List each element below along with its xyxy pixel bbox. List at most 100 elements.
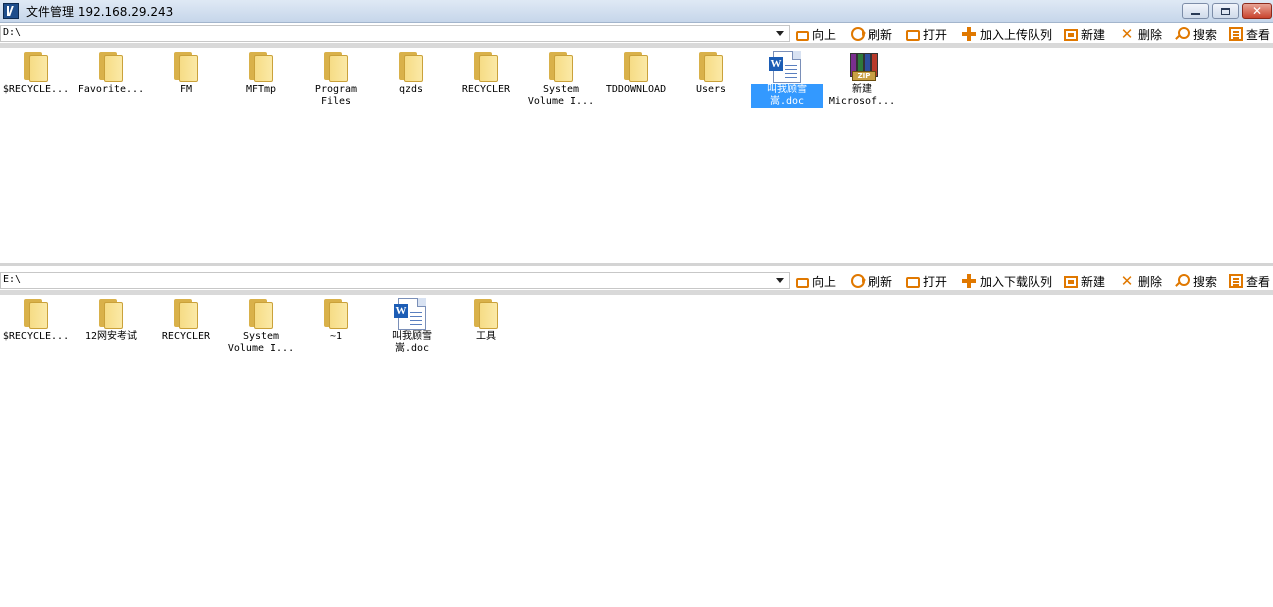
bottom-delete-label: 删除: [1138, 274, 1163, 289]
bottom-refresh-button[interactable]: 刷新: [851, 272, 892, 290]
top-refresh-label: 刷新: [868, 27, 893, 42]
word-doc-icon: W: [769, 51, 801, 83]
file-item[interactable]: 工具: [450, 297, 522, 343]
pane-splitter[interactable]: [0, 263, 1273, 266]
zip-archive-icon: ZIP: [848, 51, 878, 83]
new-icon: [1064, 276, 1078, 288]
top-add-upload-queue-button[interactable]: 加入上传队列: [961, 25, 1052, 43]
file-item-selected[interactable]: W 叫我顾雪嵩.doc: [751, 50, 823, 108]
file-item[interactable]: FM: [150, 50, 222, 96]
view-icon: [1229, 274, 1243, 288]
minimize-icon: [1183, 4, 1208, 18]
plus-icon: [961, 26, 977, 42]
file-name: RECYCLER: [161, 331, 211, 342]
bottom-view-button[interactable]: 查看: [1229, 272, 1270, 290]
file-item[interactable]: $RECYCLE...: [0, 297, 72, 343]
top-search-button[interactable]: 搜索: [1174, 25, 1217, 43]
bottom-new-button[interactable]: 新建: [1064, 272, 1105, 290]
file-name: System Volume I...: [227, 331, 295, 354]
folder-icon: [24, 52, 48, 82]
chevron-down-icon[interactable]: [776, 278, 784, 283]
top-up-label: 向上: [812, 27, 837, 42]
bottom-path-combo[interactable]: E:\: [0, 272, 790, 289]
file-name: System Volume I...: [527, 84, 595, 107]
view-icon: [1229, 27, 1243, 41]
file-item[interactable]: TDDOWNLOAD: [600, 50, 672, 96]
file-name: 叫我顾雪嵩.doc: [392, 331, 432, 354]
bottom-up-label: 向上: [812, 274, 837, 289]
file-name: $RECYCLE...: [2, 331, 70, 342]
refresh-icon: [851, 27, 866, 41]
top-delete-button[interactable]: ✕ 删除: [1119, 25, 1162, 43]
file-item[interactable]: Favorite...: [75, 50, 147, 96]
new-icon: [1064, 29, 1078, 41]
folder-icon: [324, 299, 348, 329]
bottom-open-button[interactable]: 打开: [906, 272, 947, 290]
folder-icon: [549, 52, 573, 82]
file-item[interactable]: ~1: [300, 297, 372, 343]
bottom-new-label: 新建: [1081, 274, 1106, 289]
bottom-queue-label: 加入下载队列: [980, 274, 1053, 289]
folder-icon: [624, 52, 648, 82]
folder-icon: [474, 299, 498, 329]
file-name: 12网安考试: [84, 331, 138, 342]
bottom-view-label: 查看: [1246, 274, 1271, 289]
file-item[interactable]: Users: [675, 50, 747, 96]
file-item[interactable]: ZIP 新建 Microsof...: [826, 50, 898, 108]
close-icon: ✕: [1251, 4, 1263, 18]
file-name: Favorite...: [77, 84, 145, 95]
folder-icon: [399, 52, 423, 82]
file-item[interactable]: W 叫我顾雪嵩.doc: [376, 297, 448, 355]
search-icon: [1174, 273, 1190, 289]
bottom-up-button[interactable]: 向上: [796, 272, 836, 290]
bottom-search-button[interactable]: 搜索: [1174, 272, 1217, 290]
file-name: Program Files: [314, 84, 358, 107]
top-view-button[interactable]: 查看: [1229, 25, 1270, 43]
chevron-down-icon[interactable]: [776, 31, 784, 36]
file-name: TDDOWNLOAD: [605, 84, 667, 95]
file-name: 叫我顾雪嵩.doc: [751, 84, 823, 108]
folder-icon: [174, 299, 198, 329]
top-path-combo[interactable]: D:\: [0, 25, 790, 42]
file-item[interactable]: System Volume I...: [225, 297, 297, 355]
file-item[interactable]: MFTmp: [225, 50, 297, 96]
bottom-file-list: $RECYCLE... 12网安考试 RECYCLER System Volum…: [0, 295, 1273, 607]
folder-up-icon: [796, 30, 809, 41]
file-item[interactable]: RECYCLER: [450, 50, 522, 96]
bottom-open-label: 打开: [923, 274, 948, 289]
file-name: 工具: [476, 331, 496, 342]
top-delete-label: 删除: [1138, 27, 1163, 42]
close-button[interactable]: ✕: [1242, 3, 1272, 19]
bottom-add-download-queue-button[interactable]: 加入下载队列: [961, 272, 1052, 290]
file-name: $RECYCLE...: [2, 84, 70, 95]
file-name: MFTmp: [245, 84, 277, 95]
folder-icon: [324, 52, 348, 82]
folder-icon: [249, 52, 273, 82]
restore-button[interactable]: [1212, 3, 1239, 19]
top-open-button[interactable]: 打开: [906, 25, 947, 43]
folder-icon: [99, 52, 123, 82]
plus-icon: [961, 273, 977, 289]
file-name: RECYCLER: [461, 84, 511, 95]
folder-up-icon: [796, 277, 809, 288]
top-search-label: 搜索: [1193, 27, 1218, 42]
minimize-button[interactable]: [1182, 3, 1209, 19]
restore-icon: [1213, 4, 1238, 18]
file-item[interactable]: $RECYCLE...: [0, 50, 72, 96]
file-item[interactable]: RECYCLER: [150, 297, 222, 343]
file-item[interactable]: System Volume I...: [525, 50, 597, 108]
open-folder-icon: [906, 30, 920, 41]
top-refresh-button[interactable]: 刷新: [851, 25, 892, 43]
file-item[interactable]: Program Files: [300, 50, 372, 108]
bottom-delete-button[interactable]: ✕ 删除: [1119, 272, 1162, 290]
file-name: FM: [179, 84, 193, 95]
top-view-label: 查看: [1246, 27, 1271, 42]
window-title: 文件管理 192.168.29.243: [26, 5, 174, 19]
top-up-button[interactable]: 向上: [796, 25, 836, 43]
top-new-button[interactable]: 新建: [1064, 25, 1105, 43]
top-open-label: 打开: [923, 27, 948, 42]
file-item[interactable]: 12网安考试: [75, 297, 147, 343]
file-name: 新建 Microsof...: [828, 84, 896, 107]
file-item[interactable]: qzds: [375, 50, 447, 96]
search-icon: [1174, 26, 1190, 42]
